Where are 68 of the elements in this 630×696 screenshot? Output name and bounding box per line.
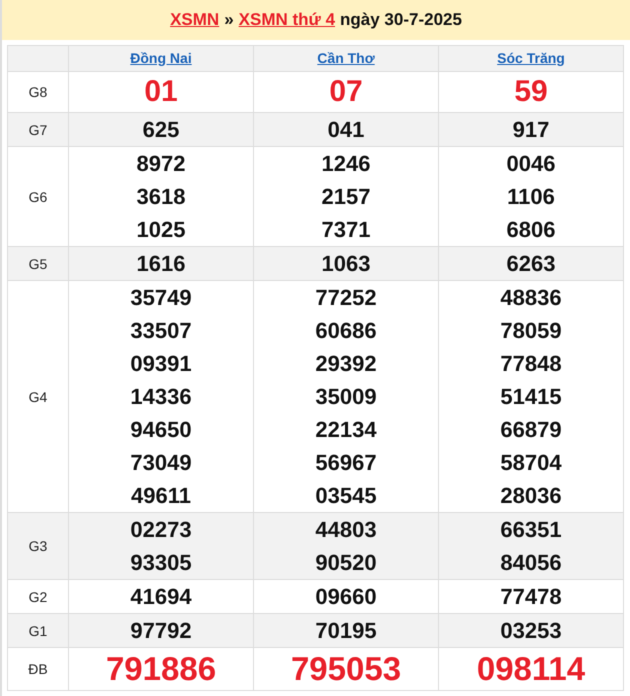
result-number: 41694	[130, 584, 192, 609]
result-number: 77848	[500, 351, 562, 376]
result-number: 01	[144, 75, 178, 108]
result-number: 97792	[130, 618, 192, 643]
prize-label: G4	[28, 388, 48, 404]
prize-label: G3	[28, 538, 48, 554]
result-number: 14336	[130, 384, 192, 409]
prize-label: ĐB	[28, 661, 48, 677]
province-link[interactable]: Cần Thơ	[317, 50, 375, 66]
result-number: 3618	[136, 184, 186, 209]
result-number: 03545	[315, 483, 377, 508]
result-number: 66351	[500, 517, 562, 542]
result-number: 041	[328, 117, 364, 142]
result-number: 09660	[315, 584, 377, 609]
result-number: 66879	[500, 417, 562, 442]
result-number: 7371	[322, 217, 370, 242]
result-number: 07	[329, 75, 363, 108]
result-number: 59	[514, 75, 548, 108]
result-number: 09391	[130, 351, 192, 376]
result-number: 1063	[322, 251, 370, 276]
result-number: 1246	[322, 151, 370, 176]
result-number: 791886	[106, 650, 216, 687]
result-number: 02273	[130, 517, 192, 542]
breadcrumb-separator: »	[224, 10, 234, 30]
result-number: 2157	[322, 184, 370, 209]
result-number: 90520	[315, 550, 377, 575]
result-number: 29392	[315, 351, 377, 376]
result-number: 795053	[290, 650, 402, 687]
prize-label: G6	[28, 188, 48, 204]
result-number: 73049	[130, 450, 192, 475]
result-number: 1025	[136, 217, 186, 242]
prize-label: G8	[28, 84, 48, 100]
result-number: 8972	[136, 151, 186, 176]
result-number: 93305	[130, 550, 192, 575]
result-number: 28036	[500, 483, 562, 508]
result-number: 35009	[315, 384, 377, 409]
result-number: 58704	[500, 450, 562, 475]
result-number: 44803	[315, 517, 377, 542]
result-number: 22134	[315, 417, 377, 442]
result-number: 77478	[500, 584, 562, 609]
result-number: 49611	[131, 483, 191, 508]
result-number: 03253	[500, 618, 562, 643]
result-number: 51415	[500, 384, 562, 409]
result-number: 48836	[500, 285, 562, 310]
breadcrumb-link[interactable]: XSMN thứ 4	[238, 10, 336, 30]
result-number: 35749	[130, 285, 192, 310]
result-number: 56967	[315, 450, 377, 475]
result-number: 1106	[507, 184, 555, 209]
result-number: 94650	[130, 417, 192, 442]
result-number: 917	[512, 117, 550, 142]
result-number: 77252	[315, 285, 377, 310]
prize-label: G5	[28, 256, 48, 272]
result-number: 33507	[130, 318, 192, 343]
prize-label: G1	[28, 622, 48, 638]
result-number: 098114	[476, 650, 586, 687]
result-number: 6806	[506, 217, 556, 242]
date-title: ngày 30-7-2025	[340, 10, 462, 30]
prize-label: G7	[28, 122, 48, 138]
result-number: 625	[142, 117, 180, 142]
result-number: 1616	[136, 251, 186, 276]
result-number: 6263	[506, 251, 556, 276]
prize-label: G2	[28, 588, 48, 604]
result-number: 84056	[500, 550, 562, 575]
result-number: 78059	[500, 318, 562, 343]
breadcrumb-link[interactable]: XSMN	[170, 10, 220, 30]
result-number: 60686	[315, 318, 377, 343]
result-number: 70195	[315, 618, 377, 643]
result-number: 0046	[506, 151, 556, 176]
